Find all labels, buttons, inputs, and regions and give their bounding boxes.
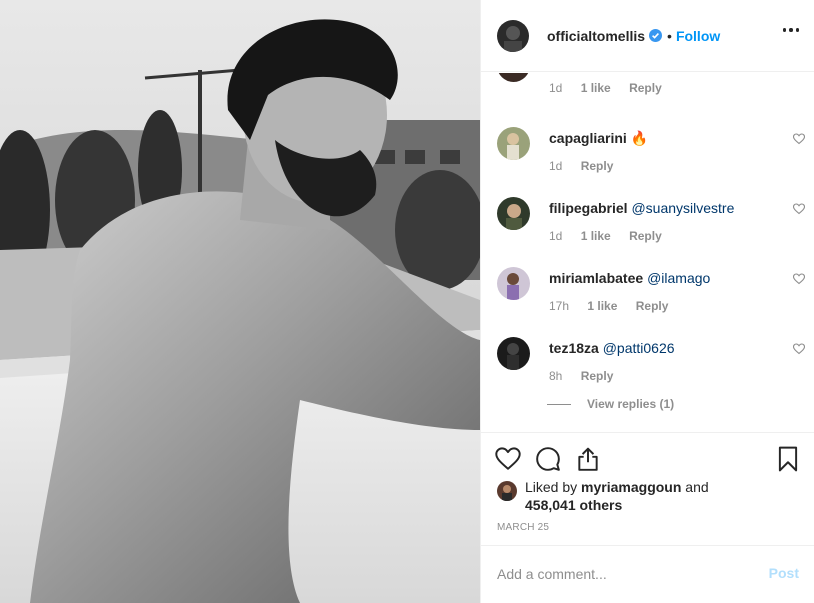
comment-time[interactable]: 1d [549,229,562,243]
comment-meta: 1d 1 like Reply [549,81,677,95]
bookmark-icon[interactable] [775,446,801,472]
replies-divider [547,403,571,405]
commenter-avatar[interactable] [497,73,530,82]
view-replies-button[interactable]: View replies (1) [547,397,674,411]
comment-like-icon[interactable] [793,343,805,355]
comment-likes[interactable]: 1 like [587,299,617,313]
liker-username[interactable]: myriamaggoun [581,479,681,495]
comment-meta: 1d 1 like Reply [549,229,677,243]
comment-like-icon[interactable] [793,203,805,215]
likes-summary: Liked by myriamaggoun and 458,041 others [497,478,797,516]
commenter-username[interactable]: miriamlabatee [549,270,643,286]
reply-button[interactable]: Reply [581,159,614,173]
author-avatar[interactable] [497,19,529,52]
comment-item: capagliarini 🔥 1d Reply [497,127,807,187]
post-details-panel: officialtomellis • Follow 1d 1 like Repl… [480,0,814,603]
commenter-avatar[interactable] [497,337,530,370]
post-comment-button[interactable]: Post [769,565,799,581]
comment-like-icon[interactable] [793,273,805,285]
comment-text: filipegabriel @suanysilvestre [549,199,734,217]
comment-time[interactable]: 17h [549,299,569,313]
commenter-avatar[interactable] [497,197,530,230]
comment-likes[interactable]: 1 like [581,81,611,95]
commenter-username[interactable]: tez18za [549,340,599,356]
comment-like-icon[interactable] [793,133,805,145]
commenter-avatar[interactable] [497,127,530,160]
reply-button[interactable]: Reply [629,229,662,243]
post-photo[interactable] [0,0,480,603]
view-replies-label: View replies (1) [587,397,675,411]
reply-button[interactable]: Reply [581,369,614,383]
post-actions-bar [481,434,814,480]
likes-count[interactable]: 458,041 others [525,497,622,513]
likes-text: Liked by myriamaggoun and 458,041 others [525,478,709,514]
comment-item: filipegabriel @suanysilvestre 1d 1 like … [497,197,807,257]
comment-body: 🔥 [630,130,649,146]
comments-list[interactable]: 1d 1 like Reply capagliarini 🔥 1d Reply [481,73,814,433]
comment-mention-link[interactable]: @suanysilvestre [631,200,734,216]
add-comment-section: Post [481,545,814,603]
likes-and: and [685,479,709,495]
author-username[interactable]: officialtomellis [547,28,645,44]
likes-prefix: Liked by [525,479,578,495]
comment-likes[interactable]: 1 like [581,229,611,243]
verified-badge-icon [649,29,663,42]
comment-mention-link[interactable]: @patti0626 [603,340,675,356]
follow-button[interactable]: Follow [676,28,720,44]
comment-text: tez18za @patti0626 [549,339,675,357]
header-separator: • [667,27,672,44]
comment-text: capagliarini 🔥 [549,129,648,147]
heart-icon[interactable] [495,446,521,472]
comment-item: tez18za @patti0626 8h Reply [497,337,807,397]
liker-avatar[interactable] [497,481,517,501]
comment-meta: 17h 1 like Reply [549,299,683,313]
comment-item: 1d 1 like Reply [497,73,807,109]
add-comment-input[interactable] [497,563,737,585]
comment-item: miriamlabatee @ilamago 17h 1 like Reply [497,267,807,327]
reply-button[interactable]: Reply [636,299,669,313]
comment-meta: 8h Reply [549,369,628,383]
share-icon[interactable] [575,446,601,472]
comment-time[interactable]: 1d [549,81,562,95]
commenter-username[interactable]: filipegabriel [549,200,628,216]
comment-time[interactable]: 8h [549,369,562,383]
comment-time[interactable]: 1d [549,159,562,173]
comment-meta: 1d Reply [549,159,628,173]
comment-icon[interactable] [535,446,561,472]
post-date[interactable]: MARCH 25 [497,522,549,533]
comment-mention-link[interactable]: @ilamago [647,270,710,286]
commenter-avatar[interactable] [497,267,530,300]
commenter-username[interactable]: capagliarini [549,130,627,146]
reply-button[interactable]: Reply [629,81,662,95]
post-header: officialtomellis • Follow [481,0,814,72]
post-image [0,0,480,603]
more-options-icon[interactable] [782,28,799,32]
comment-text: miriamlabatee @ilamago [549,269,710,287]
